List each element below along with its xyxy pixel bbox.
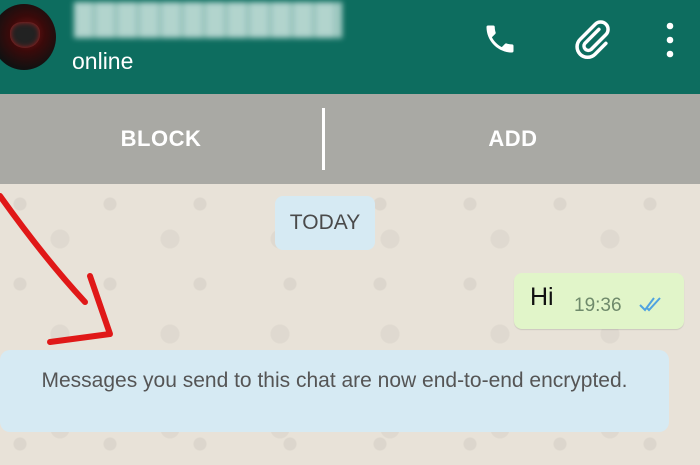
add-contact-button[interactable]: ADD — [326, 94, 700, 184]
contact-status: online — [72, 48, 134, 74]
outgoing-message[interactable]: Hi 19:36 — [514, 273, 684, 329]
double-check-icon — [639, 297, 661, 312]
action-divider — [322, 108, 325, 170]
contact-avatar[interactable] — [0, 4, 56, 70]
red-arrow-annotation — [0, 193, 113, 345]
more-options-icon[interactable] — [660, 20, 680, 60]
message-time: 19:36 — [574, 295, 622, 316]
phone-icon[interactable] — [482, 20, 518, 58]
encryption-notice: Messages you send to this chat are now e… — [0, 350, 669, 432]
block-button[interactable]: BLOCK — [0, 94, 322, 184]
date-chip: TODAY — [275, 196, 375, 250]
message-text: Hi — [530, 283, 554, 311]
unknown-contact-bar: BLOCK ADD — [0, 94, 700, 184]
chat-header: ██████████ online — [0, 0, 700, 94]
contact-name-blurred[interactable]: ██████████ — [74, 2, 342, 38]
attach-icon[interactable] — [568, 18, 614, 60]
